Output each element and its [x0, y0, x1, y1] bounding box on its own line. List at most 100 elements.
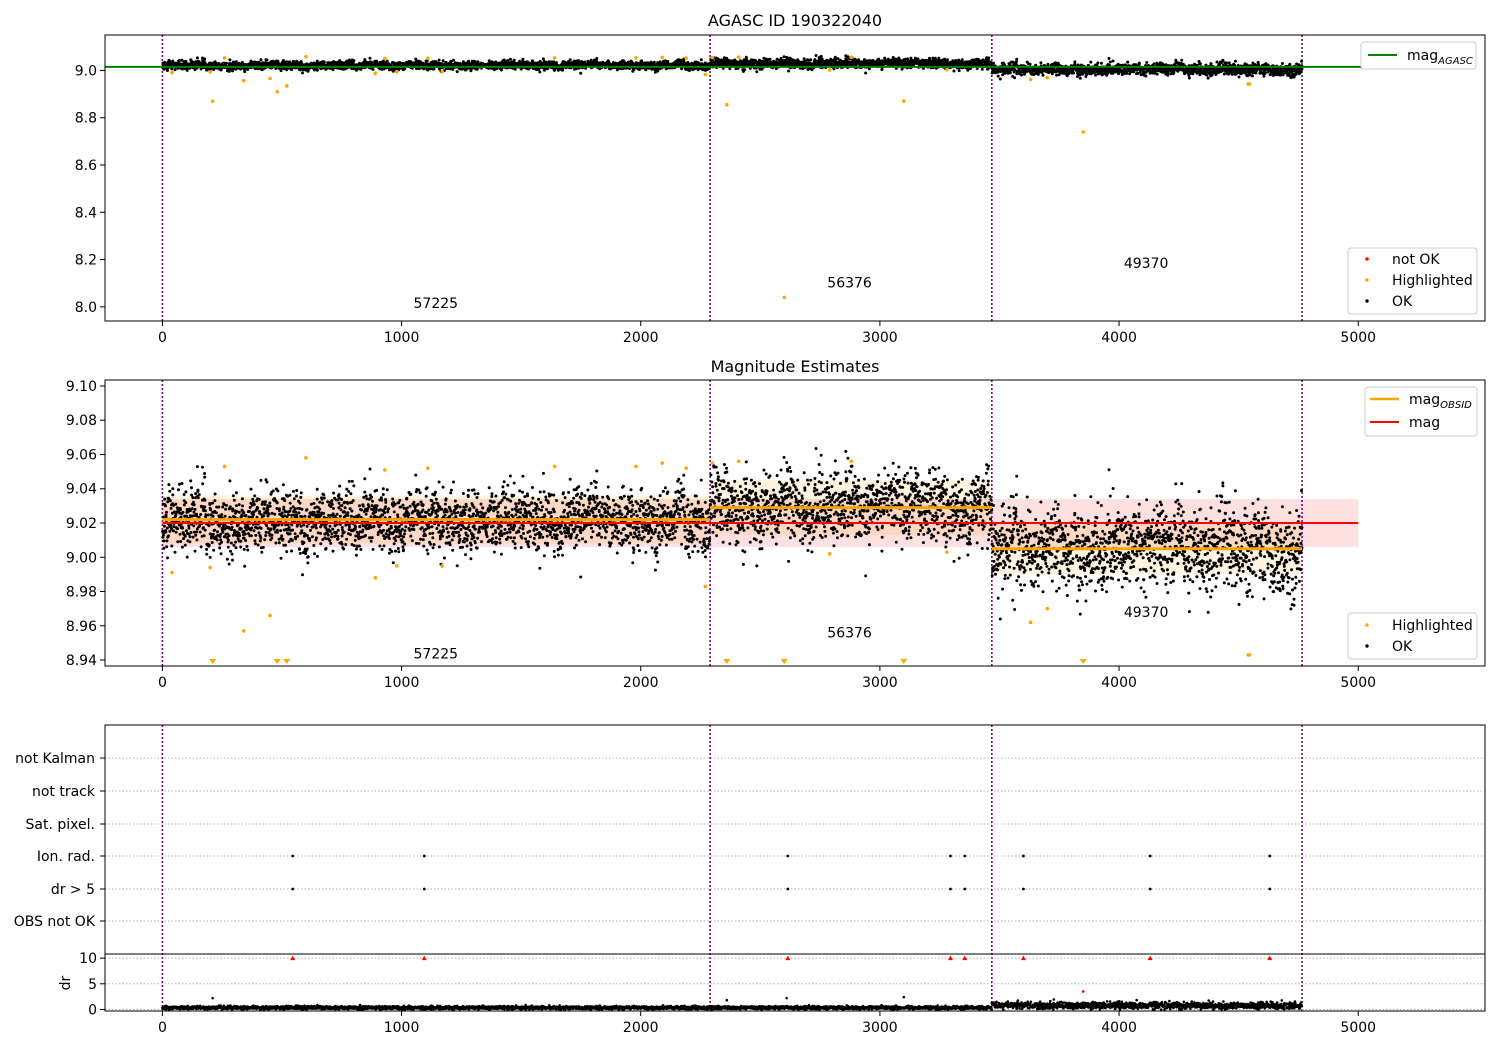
ok-point — [1237, 75, 1241, 79]
ok-point — [1187, 76, 1191, 80]
ok-point — [743, 68, 747, 72]
ok-point — [1094, 73, 1097, 77]
ok-point — [437, 58, 441, 62]
ok-point — [755, 70, 759, 74]
ok-point — [195, 56, 199, 60]
ok-point — [276, 59, 280, 63]
ok-point — [928, 56, 932, 60]
ok-point — [992, 61, 995, 65]
ok-point — [1230, 72, 1234, 76]
ok-point — [561, 68, 565, 72]
ok-point — [1126, 60, 1130, 64]
magnitude-plot-area: 572255637649370 — [105, 35, 1361, 321]
ok-point — [782, 55, 786, 59]
ok-point — [243, 70, 247, 74]
figure: AGASC ID 190322040 572255637649370 0 1000… — [14, 11, 1486, 1036]
ok-point — [1198, 62, 1202, 66]
ok-point — [987, 56, 991, 60]
ok-point — [1008, 71, 1012, 75]
ok-point — [1039, 61, 1043, 65]
ok-point — [836, 57, 840, 61]
ok-point — [1055, 73, 1059, 77]
ok-point — [1089, 60, 1093, 64]
ok-point — [322, 60, 326, 64]
ok-point — [203, 57, 207, 61]
ok-point — [368, 56, 372, 60]
ok-point — [1013, 76, 1017, 80]
ok-point — [467, 59, 471, 63]
ok-point — [1180, 58, 1184, 62]
ok-point — [259, 58, 263, 62]
ok-point — [1206, 76, 1210, 80]
figure-title: AGASC ID 190322040 — [708, 11, 882, 30]
ok-point — [224, 61, 228, 65]
ok-point — [541, 57, 545, 61]
ok-point — [1152, 62, 1156, 66]
ok-point — [996, 74, 1000, 78]
ok-point — [1020, 73, 1023, 77]
ok-point — [952, 69, 956, 73]
ok-point — [1155, 72, 1159, 76]
ok-point — [166, 69, 169, 72]
ok-point — [452, 58, 455, 62]
ok-point — [656, 69, 660, 73]
ok-point — [1099, 61, 1103, 65]
ok-point — [1145, 61, 1149, 64]
ok-point — [1015, 57, 1019, 61]
ok-point — [595, 57, 599, 60]
ok-point — [1041, 73, 1045, 77]
ok-point — [688, 69, 691, 72]
ok-point — [1209, 62, 1213, 66]
ok-point — [499, 68, 503, 72]
ok-point — [809, 58, 813, 62]
ok-point — [1172, 71, 1176, 75]
ok-point — [568, 58, 572, 62]
ok-point — [1073, 60, 1077, 64]
ok-point — [1085, 72, 1089, 76]
ok-point — [957, 69, 961, 73]
ok-point — [385, 59, 389, 63]
ok-point — [814, 54, 818, 57]
ok-point — [1245, 63, 1249, 67]
ok-point — [1221, 59, 1225, 63]
ok-point — [173, 68, 177, 72]
ok-point — [1096, 61, 1100, 65]
ok-point — [1072, 71, 1075, 75]
ok-point — [371, 67, 375, 71]
ok-point — [265, 58, 269, 62]
ok-point — [1111, 59, 1115, 63]
ok-point — [1108, 60, 1112, 64]
ok-point — [1050, 72, 1054, 76]
ok-point — [579, 71, 583, 75]
ok-point — [301, 71, 304, 75]
ok-point — [1135, 68, 1139, 72]
ok-point — [279, 69, 283, 73]
ok-point — [937, 56, 941, 60]
ok-point — [1144, 74, 1148, 78]
ok-point — [1028, 62, 1032, 66]
ok-point — [998, 77, 1002, 81]
ok-point — [1107, 56, 1111, 60]
ok-point — [960, 58, 964, 62]
ok-point — [1225, 61, 1228, 65]
ok-point — [315, 68, 319, 72]
ok-point — [228, 58, 232, 62]
ok-point — [512, 58, 516, 62]
ok-point — [864, 71, 868, 75]
ok-point — [553, 68, 556, 72]
ok-point — [177, 58, 181, 62]
ok-point — [1003, 63, 1006, 67]
ok-point — [1125, 71, 1129, 75]
ok-point — [1222, 72, 1226, 76]
ok-point — [352, 59, 356, 63]
ok-point — [699, 58, 703, 62]
ok-point — [455, 70, 459, 74]
ok-point — [819, 54, 823, 58]
ok-point — [1205, 73, 1209, 77]
ok-point — [1106, 71, 1110, 75]
magnitude-panel: AGASC ID 190322040 572255637649370 0 1000… — [75, 11, 1486, 346]
ok-point — [1233, 59, 1237, 63]
ok-point — [787, 69, 791, 73]
ok-point — [1137, 61, 1141, 65]
ok-point — [1046, 62, 1050, 66]
